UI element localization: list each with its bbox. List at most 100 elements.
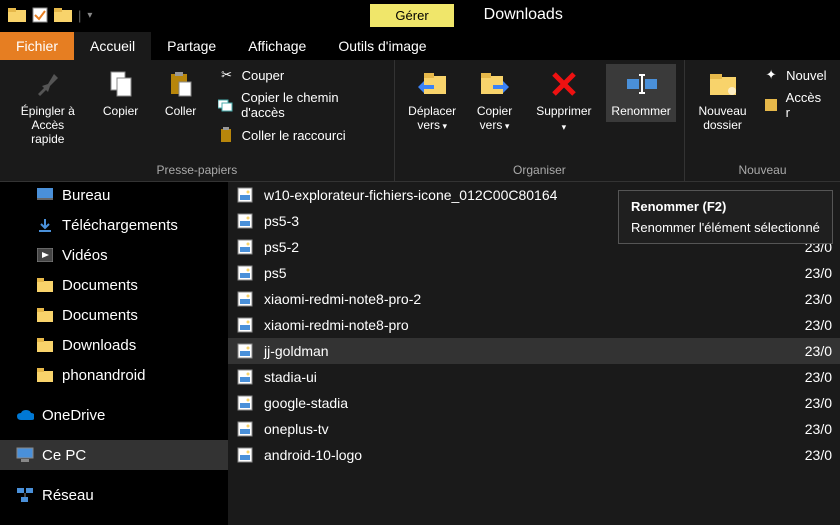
pin-button[interactable]: Épingler à Accès rapide: [8, 64, 88, 150]
image-file-icon: [236, 290, 254, 308]
nav-videos[interactable]: Vidéos: [0, 240, 228, 270]
image-file-icon: [236, 394, 254, 412]
move-icon: [416, 68, 448, 100]
new-item-button[interactable]: ✦Nouvel: [758, 64, 832, 86]
video-icon: [36, 246, 54, 264]
tooltip-body: Renommer l'élément sélectionné: [631, 220, 820, 235]
cloud-icon: [16, 406, 34, 424]
easy-access-button[interactable]: Accès r: [758, 88, 832, 122]
delete-button[interactable]: Supprimer: [528, 64, 601, 138]
scissors-icon: ✂: [218, 66, 236, 84]
desktop-icon: [36, 186, 54, 204]
group-label: Presse-papiers: [8, 161, 386, 177]
tooltip: Renommer (F2) Renommer l'élément sélecti…: [618, 190, 833, 244]
sparkle-icon: ✦: [762, 66, 780, 84]
copy-to-icon: [479, 68, 511, 100]
copy-path-button[interactable]: Copier le chemin d'accès: [214, 88, 386, 122]
tab-home[interactable]: Accueil: [74, 32, 151, 60]
paste-icon: [165, 68, 197, 100]
copy-icon: [105, 68, 137, 100]
copy-button[interactable]: Copier: [94, 64, 148, 122]
image-file-icon: [236, 186, 254, 204]
nav-phonandroid[interactable]: phonandroid: [0, 360, 228, 390]
nav-downloads[interactable]: Downloads: [0, 330, 228, 360]
file-name: oneplus-tv: [264, 421, 805, 437]
tab-file[interactable]: Fichier: [0, 32, 74, 60]
file-row[interactable]: oneplus-tv23/0: [228, 416, 840, 442]
image-file-icon: [236, 368, 254, 386]
file-row[interactable]: android-10-logo23/0: [228, 442, 840, 468]
checkbox-icon[interactable]: [32, 7, 48, 23]
folder-icon: [36, 276, 54, 294]
image-file-icon: [236, 238, 254, 256]
navigation-pane: Bureau Téléchargements Vidéos Documents …: [0, 182, 228, 525]
delete-icon: [548, 68, 580, 100]
new-folder-button[interactable]: Nouveau dossier: [693, 64, 752, 136]
nav-downloads[interactable]: Téléchargements: [0, 210, 228, 240]
file-name: android-10-logo: [264, 447, 805, 463]
group-label: Organiser: [403, 161, 676, 177]
file-date: 23/0: [805, 317, 832, 333]
download-icon: [36, 216, 54, 234]
file-name: xiaomi-redmi-note8-pro-2: [264, 291, 805, 307]
file-name: jj-goldman: [264, 343, 805, 359]
nav-onedrive[interactable]: OneDrive: [0, 400, 228, 430]
file-row[interactable]: jj-goldman23/0: [228, 338, 840, 364]
copy-to-button[interactable]: Copier vers: [468, 64, 522, 137]
file-row[interactable]: stadia-ui23/0: [228, 364, 840, 390]
folder-icon: [36, 306, 54, 324]
folder-icon[interactable]: [8, 7, 26, 23]
tooltip-title: Renommer (F2): [631, 199, 820, 214]
rename-icon: [625, 68, 657, 100]
pin-icon: [32, 68, 64, 100]
tab-share[interactable]: Partage: [151, 32, 232, 60]
file-name: stadia-ui: [264, 369, 805, 385]
file-row[interactable]: google-stadia23/0: [228, 390, 840, 416]
file-date: 23/0: [805, 369, 832, 385]
tab-bar: Fichier Accueil Partage Affichage Outils…: [0, 30, 840, 60]
link-icon: [762, 96, 780, 114]
file-date: 23/0: [805, 291, 832, 307]
file-row[interactable]: ps523/0: [228, 260, 840, 286]
file-date: 23/0: [805, 343, 832, 359]
file-date: 23/0: [805, 421, 832, 437]
file-date: 23/0: [805, 265, 832, 281]
nav-documents[interactable]: Documents: [0, 270, 228, 300]
file-name: ps5: [264, 265, 805, 281]
image-file-icon: [236, 342, 254, 360]
pc-icon: [16, 446, 34, 464]
cut-button[interactable]: ✂Couper: [214, 64, 386, 86]
file-date: 23/0: [805, 395, 832, 411]
folder-icon[interactable]: [54, 7, 72, 23]
chevron-down-icon[interactable]: ▾: [87, 10, 92, 21]
move-to-button[interactable]: Déplacer vers: [403, 64, 462, 137]
rename-button[interactable]: Renommer: [606, 64, 676, 122]
network-icon: [16, 486, 34, 504]
file-row[interactable]: xiaomi-redmi-note8-pro-223/0: [228, 286, 840, 312]
image-file-icon: [236, 446, 254, 464]
ribbon-group-organize: Déplacer vers Copier vers Supprimer Reno…: [395, 60, 685, 181]
tab-image-tools[interactable]: Outils d'image: [322, 32, 442, 60]
nav-this-pc[interactable]: Ce PC: [0, 440, 228, 470]
paste-button[interactable]: Coller: [154, 64, 208, 122]
group-label: Nouveau: [693, 161, 832, 177]
tab-view[interactable]: Affichage: [232, 32, 322, 60]
context-tab[interactable]: Gérer: [370, 4, 453, 27]
quick-access-toolbar: | ▾: [0, 7, 100, 23]
nav-bureau[interactable]: Bureau: [0, 182, 228, 210]
folder-icon: [36, 336, 54, 354]
window-title: Downloads: [484, 6, 563, 24]
nav-network[interactable]: Réseau: [0, 480, 228, 510]
image-file-icon: [236, 264, 254, 282]
file-name: xiaomi-redmi-note8-pro: [264, 317, 805, 333]
nav-documents[interactable]: Documents: [0, 300, 228, 330]
file-name: google-stadia: [264, 395, 805, 411]
folder-icon: [36, 366, 54, 384]
title-bar: | ▾ Gérer Downloads: [0, 0, 840, 30]
path-icon: [218, 96, 235, 114]
paste-shortcut-button[interactable]: Coller le raccourci: [214, 124, 386, 146]
ribbon-group-clipboard: Épingler à Accès rapide Copier Coller ✂C…: [0, 60, 395, 181]
image-file-icon: [236, 212, 254, 230]
file-row[interactable]: xiaomi-redmi-note8-pro23/0: [228, 312, 840, 338]
file-date: 23/0: [805, 447, 832, 463]
